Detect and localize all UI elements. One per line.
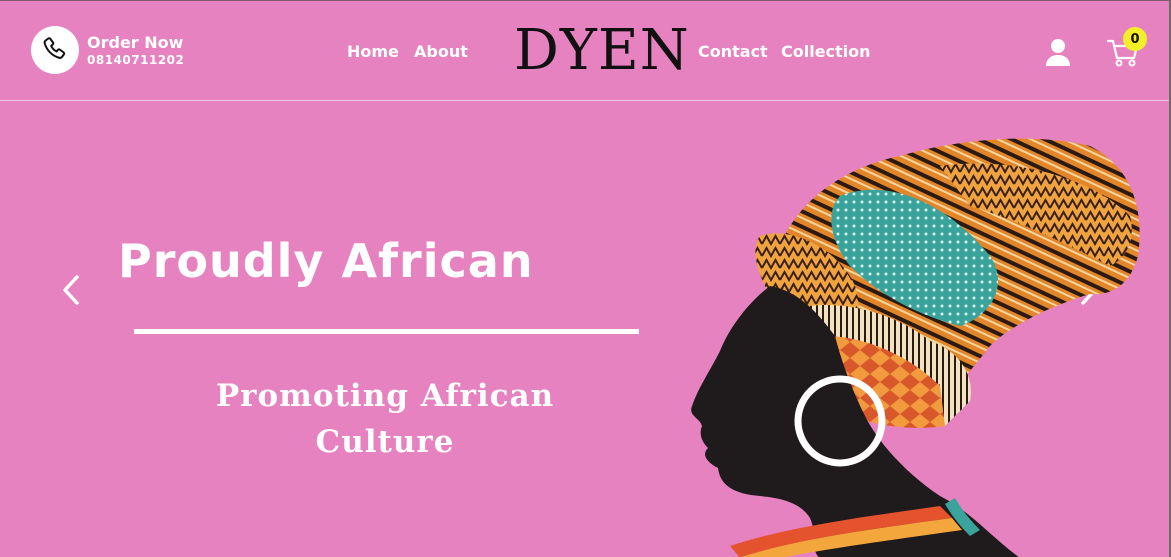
nav-about[interactable]: About bbox=[414, 42, 468, 62]
order-now-block[interactable]: Order Now 08140711202 bbox=[87, 34, 184, 68]
nav-collection[interactable]: Collection bbox=[781, 42, 871, 62]
site-logo[interactable]: DYEN bbox=[514, 19, 690, 83]
hero-subtitle-line2: Culture bbox=[315, 424, 455, 460]
nav-home[interactable]: Home bbox=[347, 42, 399, 62]
user-icon[interactable] bbox=[1044, 37, 1072, 67]
hero-divider bbox=[134, 329, 639, 334]
phone-icon bbox=[43, 37, 66, 59]
phone-button[interactable] bbox=[31, 26, 79, 74]
chevron-left-icon[interactable] bbox=[57, 273, 87, 307]
hero-title: Proudly African bbox=[118, 234, 534, 288]
cart-count-badge: 0 bbox=[1123, 27, 1147, 51]
african-woman-illustration bbox=[691, 138, 1140, 557]
order-now-label: Order Now bbox=[87, 33, 184, 52]
order-phone-number: 08140711202 bbox=[87, 53, 185, 67]
site-header: Order Now 08140711202 Home About Contact… bbox=[0, 1, 1169, 101]
hero-subtitle-line1: Promoting African bbox=[215, 378, 555, 414]
nav-contact[interactable]: Contact bbox=[698, 42, 768, 62]
hero-subtitle: Promoting African Culture bbox=[130, 373, 640, 465]
